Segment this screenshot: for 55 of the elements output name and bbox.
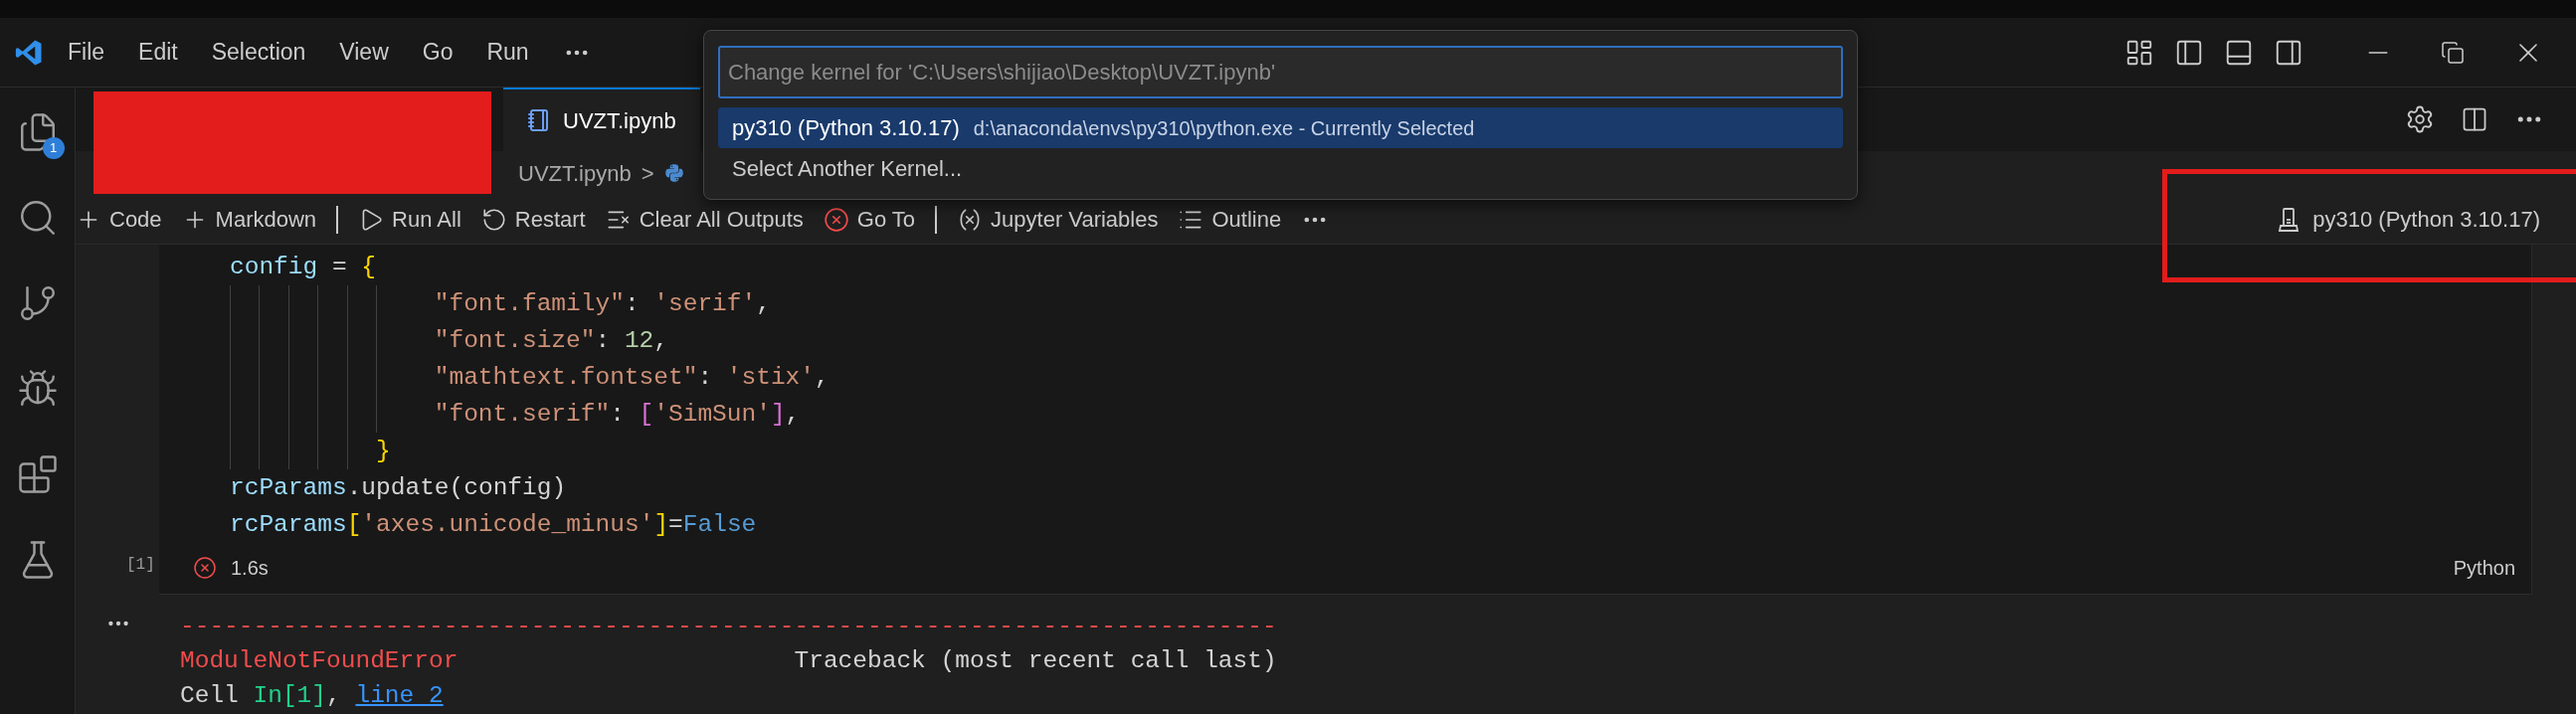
code-line: "font.size": 12, — [434, 326, 668, 356]
menu-item[interactable]: File — [68, 35, 105, 70]
menu-item[interactable]: Go — [422, 35, 454, 70]
menu-item[interactable]: View — [339, 35, 389, 70]
circle-x-icon — [823, 206, 849, 233]
traceback-text: Cell — [180, 681, 240, 711]
kernel-option[interactable]: Select Another Kernel... — [718, 148, 1843, 189]
code-line: "mathtext.fontset": 'stix', — [434, 363, 829, 393]
python-icon — [663, 163, 684, 183]
toolbar-separator — [336, 205, 339, 234]
kernel-path: d:\anaconda\envs\py310\python.exe - Currently Selected — [973, 115, 1475, 141]
toolbar-button[interactable]: Code — [76, 203, 162, 236]
kernel-name: Select Another Kernel... — [732, 155, 963, 183]
restart-icon — [480, 206, 507, 233]
line-link[interactable]: line 2 — [355, 678, 444, 713]
code-line: } — [375, 437, 391, 466]
restore-icon[interactable] — [2441, 40, 2465, 65]
kernel-button[interactable]: py310 (Python 3.10.17) — [2277, 203, 2540, 236]
execution-count: [1] — [126, 555, 155, 576]
kernel-option[interactable]: py310 (Python 3.10.17) d:\anaconda\envs\py310\python.exe - Currently Selected — [718, 107, 1843, 148]
notebook-icon — [527, 108, 551, 132]
toolbar-button[interactable]: Clear All Outputs — [605, 203, 804, 236]
toolbar-button[interactable]: Run All — [358, 203, 461, 236]
code-line: rcParams.update(config) — [230, 473, 567, 503]
code-line: rcParams['axes.unicode_minus']=False — [230, 510, 757, 540]
toolbar-button[interactable]: Jupyter Variables — [957, 203, 1159, 236]
output-rule: --------------------------------------------------------------------------- — [180, 612, 1277, 641]
toolbar-button[interactable]: Outline — [1178, 203, 1282, 236]
toolbar-separator — [935, 205, 938, 234]
error-name: ModuleNotFoundError — [180, 646, 459, 676]
menu-item[interactable]: Run — [486, 35, 529, 70]
toolbar-button[interactable]: Markdown — [181, 203, 317, 236]
kernel-search-field[interactable]: Change kernel for 'C:\Users\shijiao\Desktop\UVZT.ipynb' — [718, 46, 1843, 98]
settings-icon[interactable] — [2405, 104, 2435, 134]
code-line: "font.serif": ['SimSun'], — [434, 400, 801, 430]
error-icon — [193, 556, 217, 580]
kernel-name: py310 (Python 3.10.17) — [732, 114, 960, 142]
code-line: config = { — [230, 253, 377, 282]
cell-reference: In[1] — [253, 681, 327, 711]
breadcrumb-item[interactable]: UVZT.ipynb — [518, 156, 632, 190]
cell-language[interactable]: Python — [2453, 553, 2515, 583]
traceback-text: , — [326, 681, 342, 711]
execution-time: 1.6s — [231, 556, 269, 581]
toolbar-button[interactable]: Restart — [480, 203, 586, 236]
menu-item[interactable]: Selection — [211, 35, 306, 70]
blocks-icon[interactable] — [16, 453, 59, 495]
split-editor-icon[interactable] — [2461, 105, 2488, 133]
menu-item[interactable]: Edit — [138, 35, 178, 70]
breadcrumb-item[interactable]: > — [641, 156, 654, 190]
device-icon — [2277, 206, 2301, 233]
notification-badge: 1 — [42, 137, 65, 159]
traceback-header: Traceback (most recent call last) — [794, 646, 1277, 676]
code-line: "font.family": 'serif', — [434, 289, 771, 319]
toolbar-button[interactable]: Go To — [823, 203, 916, 236]
editor-tab[interactable]: UVZT.ipynb — [503, 88, 700, 151]
